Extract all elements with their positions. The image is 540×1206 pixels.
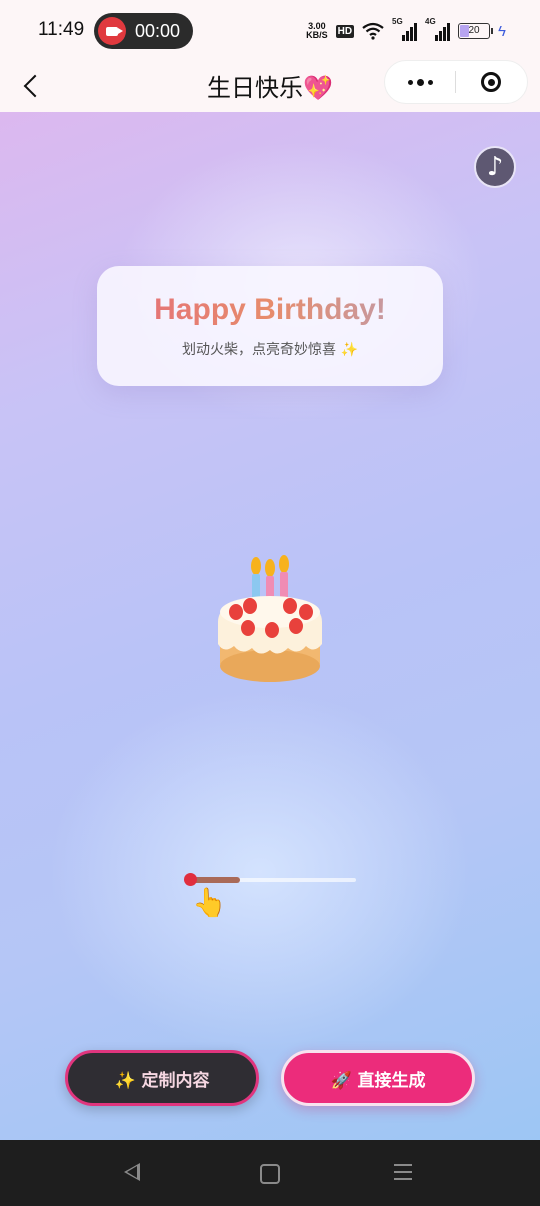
recording-time: 00:00 (135, 20, 181, 41)
signal-4g-icon: 4G (425, 17, 451, 41)
status-time: 11:49 (38, 19, 85, 40)
screen-recording-indicator[interactable]: 00:00 (94, 13, 193, 49)
pointing-hand-icon: 👆 (192, 886, 227, 919)
mini-program-capsule (384, 60, 528, 104)
hd-voice-icon: HD (335, 24, 355, 38)
nav-home-icon[interactable] (260, 1164, 280, 1184)
match-stick (190, 877, 240, 883)
status-icons: 3.00 KB/S HD 5G 4G 20 ϟ (306, 17, 506, 44)
birthday-cake-icon[interactable] (214, 552, 326, 692)
main-content: ♪ Happy Birthday! 划动火柴，点亮奇妙惊喜 ✨ 👆 ✨ 定制内容 (0, 112, 540, 1140)
system-navigation-bar (0, 1140, 540, 1206)
battery-level: 20 (468, 25, 480, 36)
card-subtitle: 划动火柴，点亮奇妙惊喜 ✨ (182, 342, 358, 358)
battery-icon: 20 (458, 23, 494, 39)
target-icon (481, 72, 501, 92)
customize-content-button[interactable]: ✨ 定制内容 (65, 1050, 259, 1106)
more-button[interactable] (385, 78, 455, 86)
signal-5g-icon: 5G (392, 17, 418, 41)
status-bar: 11:49 00:00 3.00 KB/S HD 5G 4G 20 ϟ (0, 0, 540, 60)
close-mini-program-button[interactable] (456, 72, 526, 92)
match-head-handle[interactable] (184, 873, 197, 886)
generate-directly-button[interactable]: 🚀 直接生成 (281, 1050, 475, 1106)
card-heading: Happy Birthday! (97, 293, 443, 327)
title-bar: 生日快乐💖 (0, 60, 540, 112)
nav-back-icon[interactable] (124, 1163, 140, 1181)
music-toggle-button[interactable]: ♪ (474, 146, 516, 188)
nav-recents-icon[interactable] (394, 1164, 412, 1180)
wifi-icon (362, 22, 384, 40)
network-speed: 3.00 KB/S (306, 21, 328, 40)
charging-icon: ϟ (498, 22, 506, 40)
greeting-card: Happy Birthday! 划动火柴，点亮奇妙惊喜 ✨ (97, 266, 443, 386)
video-camera-icon (98, 17, 126, 45)
